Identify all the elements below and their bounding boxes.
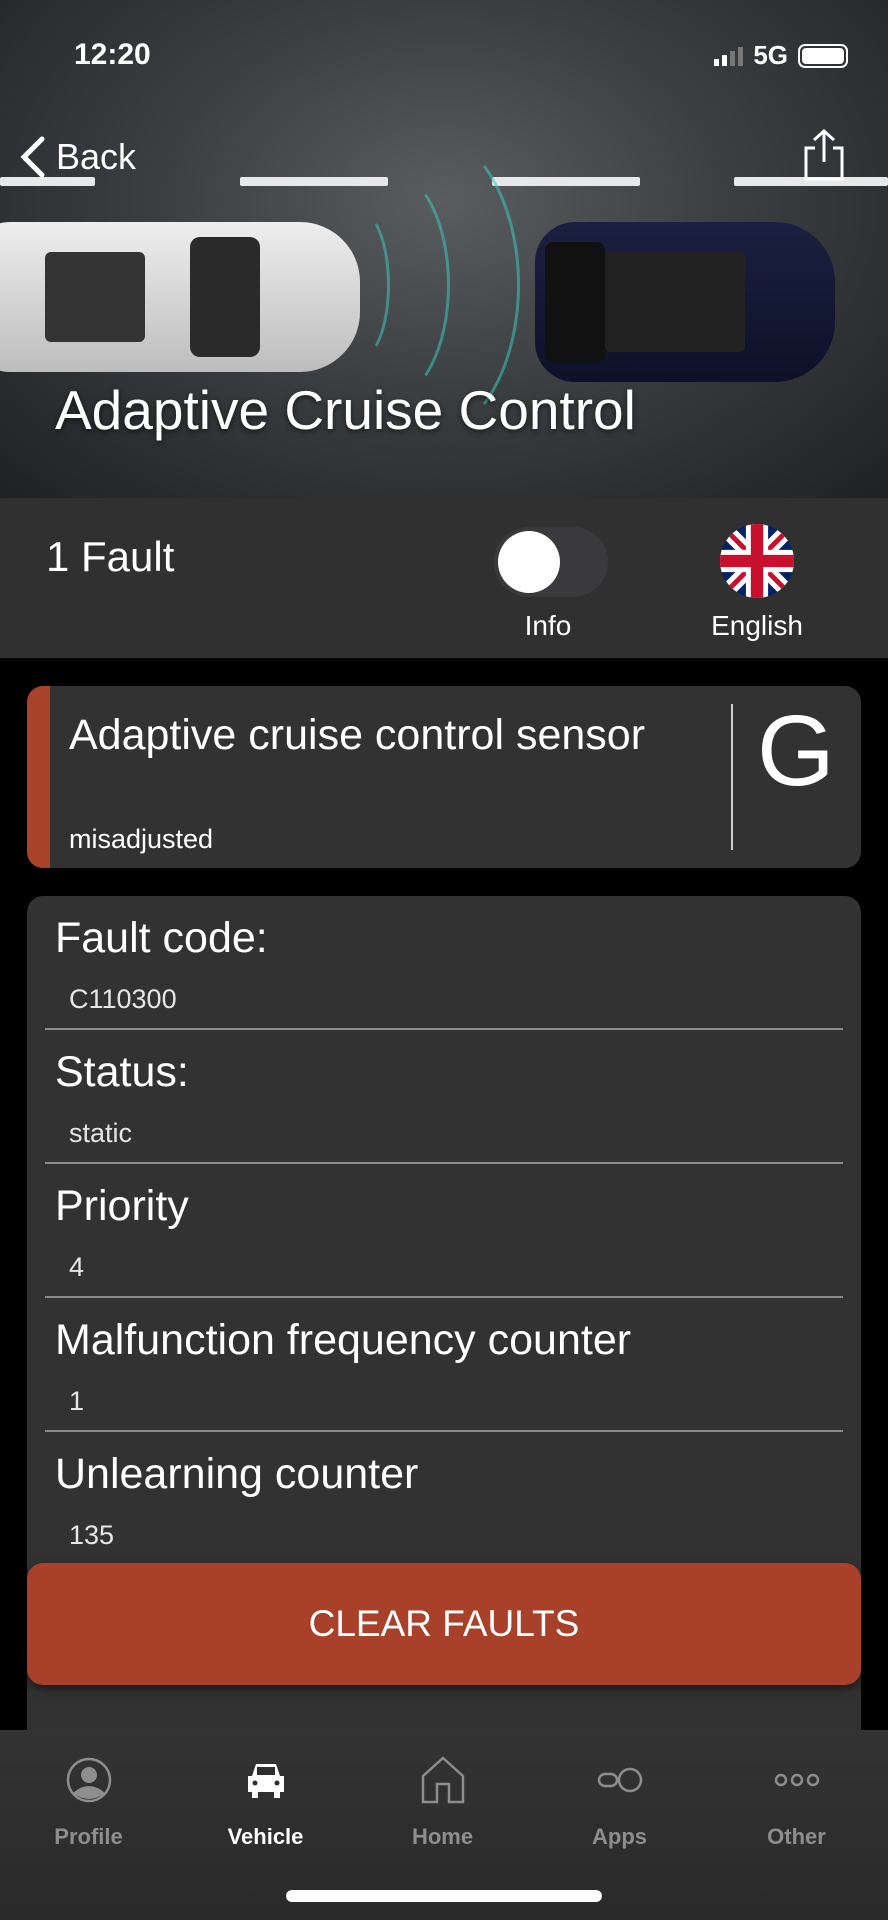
home-indicator <box>286 1890 602 1902</box>
divider <box>731 704 733 850</box>
network-label: 5G <box>753 40 788 70</box>
detail-row-status: Status: static <box>27 1030 861 1164</box>
chevron-left-icon <box>20 136 45 178</box>
fault-title: Adaptive cruise control sensor <box>69 711 646 759</box>
detail-label: Malfunction frequency counter <box>55 1316 632 1364</box>
header-image: 12:20 5G Back Adaptive Cruise Control <box>0 0 888 498</box>
tab-profile[interactable]: Profile <box>0 1730 177 1850</box>
more-icon <box>774 1773 819 1787</box>
share-icon[interactable] <box>802 128 846 182</box>
toggle-knob <box>498 531 560 593</box>
tab-label: Profile <box>54 1824 123 1849</box>
tab-label: Vehicle <box>227 1824 304 1849</box>
battery-icon <box>798 43 848 68</box>
uk-flag-icon[interactable] <box>720 524 794 598</box>
detail-row-priority: Priority 4 <box>27 1164 861 1298</box>
info-toggle[interactable] <box>494 527 608 597</box>
language-label[interactable]: English <box>700 610 814 642</box>
detail-value: C110300 <box>69 984 177 1014</box>
google-g-icon[interactable]: G <box>757 694 835 809</box>
apps-icon <box>597 1767 642 1793</box>
fault-card[interactable]: Adaptive cruise control sensor misadjust… <box>27 686 861 868</box>
signal-icon <box>714 46 744 66</box>
detail-value: 135 <box>69 1520 115 1550</box>
fault-count: 1 Fault <box>46 533 175 580</box>
tab-label: Home <box>411 1824 474 1849</box>
tab-home[interactable]: Home <box>354 1730 531 1850</box>
white-car <box>0 222 360 372</box>
back-button[interactable]: Back <box>18 136 136 178</box>
status-indicators: 5G <box>714 40 848 71</box>
detail-row-unlearning-counter: Unlearning counter 135 <box>27 1432 861 1566</box>
status-time: 12:20 <box>74 38 151 71</box>
detail-value: 1 <box>69 1386 85 1416</box>
lane-marking <box>0 177 95 186</box>
fault-accent-bar <box>27 686 50 868</box>
fault-subtitle: misadjusted <box>69 824 214 854</box>
profile-icon <box>66 1757 111 1803</box>
detail-value: 4 <box>69 1252 85 1282</box>
tab-label: Other <box>767 1824 826 1849</box>
tab-apps[interactable]: Apps <box>531 1730 708 1850</box>
detail-label: Unlearning counter <box>55 1450 419 1498</box>
page-title: Adaptive Cruise Control <box>55 379 636 441</box>
car-icon <box>247 1764 284 1798</box>
tab-vehicle[interactable]: Vehicle <box>177 1730 354 1850</box>
lane-marking <box>492 177 640 186</box>
detail-label: Priority <box>55 1182 189 1230</box>
info-label: Info <box>524 610 572 641</box>
home-icon <box>421 1756 464 1804</box>
detail-row-fault-code: Fault code: C110300 <box>27 896 861 1030</box>
detail-label: Fault code: <box>55 914 268 962</box>
clear-faults-button[interactable]: CLEAR FAULTS <box>27 1563 861 1685</box>
back-label: Back <box>56 136 137 177</box>
tab-label: Apps <box>592 1824 647 1849</box>
blue-car <box>535 222 835 382</box>
detail-row-malfunction-counter: Malfunction frequency counter 1 <box>27 1298 861 1432</box>
tab-other[interactable]: Other <box>708 1730 885 1850</box>
detail-value: static <box>69 1118 133 1148</box>
detail-label: Status: <box>55 1048 189 1096</box>
